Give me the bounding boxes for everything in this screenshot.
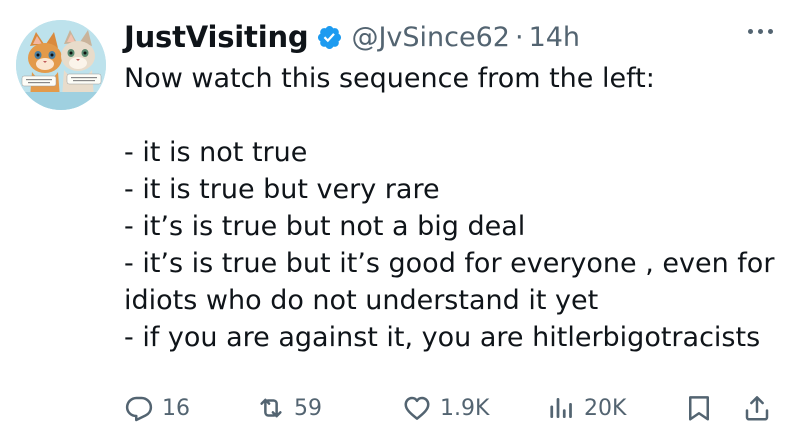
tweet-body: Now watch this sequence from the left: -…	[124, 60, 784, 356]
retweet-icon	[260, 398, 282, 418]
display-name[interactable]: JustVisiting	[124, 20, 309, 54]
handle[interactable]: @JvSince62	[351, 22, 510, 53]
more-dot	[748, 28, 753, 34]
tweet-line: idiots who do not understand it yet	[124, 285, 599, 316]
more-dot	[768, 28, 773, 34]
views-count: 20K	[584, 395, 627, 421]
more-dot	[758, 28, 763, 34]
reply-count: 16	[162, 395, 190, 421]
like-count: 1.9K	[440, 395, 490, 421]
more-options-icon[interactable]	[748, 26, 778, 36]
views-button[interactable]: 20K	[546, 388, 626, 428]
tweet-header: JustVisiting @JvSince62 · 14h	[124, 15, 580, 59]
tweet-line: - it is true but very rare	[124, 174, 440, 205]
like-button[interactable]: 1.9K	[402, 388, 489, 428]
tweet-line: - if you are against it, you are hitlerb…	[124, 322, 761, 353]
separator-dot: ·	[514, 21, 524, 53]
reply-icon	[125, 396, 153, 422]
share-button[interactable]	[742, 388, 772, 428]
tweet-line: - it’s is true but it’s good for everyon…	[124, 248, 775, 279]
share-icon	[745, 396, 769, 421]
two-kittens-avatar-image	[16, 20, 106, 110]
retweet-button[interactable]: 59	[256, 388, 322, 428]
views-chart-icon	[550, 398, 572, 418]
verified-badge-icon	[316, 24, 343, 51]
heart-icon	[404, 396, 430, 420]
timestamp[interactable]: 14h	[529, 22, 580, 53]
tweet-actions: 16 59 1.9K 20K	[124, 388, 780, 428]
tweet-line: - it’s is true but not a big deal	[124, 211, 526, 242]
tweet[interactable]: JustVisiting @JvSince62 · 14h Now watch …	[0, 0, 800, 439]
bookmark-button[interactable]	[684, 388, 714, 428]
bookmark-icon	[689, 396, 709, 421]
retweet-count: 59	[294, 395, 322, 421]
reply-button[interactable]: 16	[124, 388, 190, 428]
tweet-line: - it is not true	[124, 137, 308, 168]
tweet-intro: Now watch this sequence from the left:	[124, 63, 655, 94]
avatar[interactable]	[16, 20, 106, 110]
